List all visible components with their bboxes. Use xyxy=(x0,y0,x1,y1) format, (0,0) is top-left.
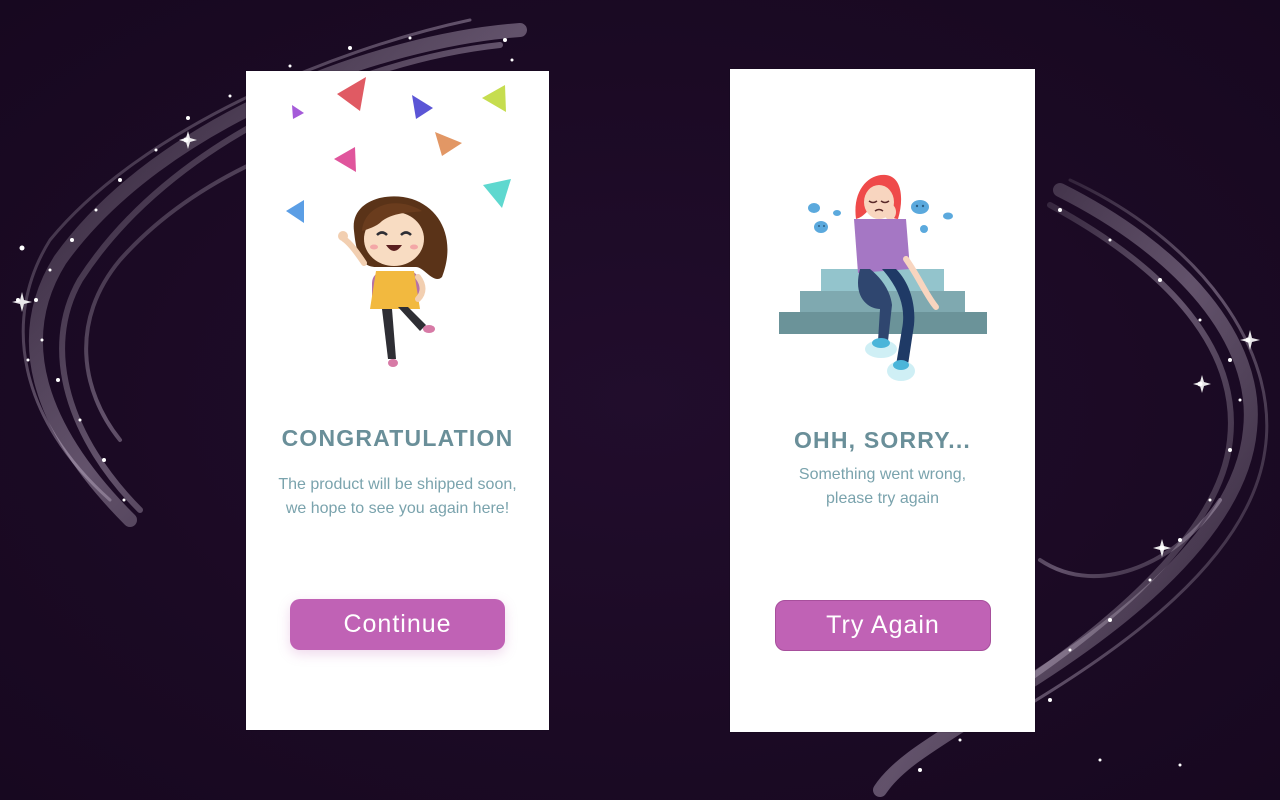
success-title: CONGRATULATION xyxy=(281,425,514,451)
celebrating-girl-illustration xyxy=(286,77,511,367)
sparkle-swirl-background xyxy=(12,18,1269,797)
error-message-line-2: please try again xyxy=(826,490,939,507)
try-again-button[interactable]: Try Again xyxy=(775,600,991,651)
success-message-line-2: we hope to see you again here! xyxy=(285,500,510,517)
success-message: The product will be shipped soon, we hop… xyxy=(246,473,549,521)
sad-girl-on-stairs-illustration xyxy=(779,174,987,381)
error-modal: OHH, SORRY... Something went wrong, plea… xyxy=(730,69,1035,732)
success-modal: CONGRATULATION The product will be shipp… xyxy=(246,71,549,730)
error-title: OHH, SORRY... xyxy=(793,427,972,453)
continue-button[interactable]: Continue xyxy=(290,599,505,650)
success-message-line-1: The product will be shipped soon, xyxy=(278,476,517,493)
error-message-line-1: Something went wrong, xyxy=(798,466,967,483)
modal-showcase: CONGRATULATION The product will be shipp… xyxy=(0,0,1280,800)
error-message: Something went wrong, please try again xyxy=(730,463,1035,511)
